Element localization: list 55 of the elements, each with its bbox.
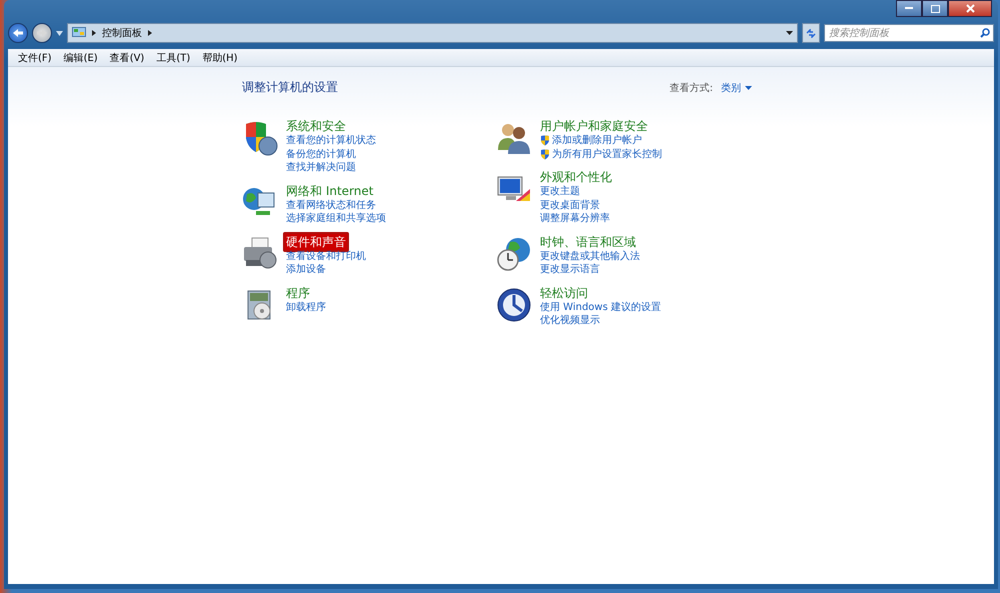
task-link[interactable]: 查看网络状态和任务	[286, 198, 376, 212]
task-link[interactable]: 添加设备	[286, 263, 326, 276]
category-link[interactable]: 程序	[283, 282, 313, 302]
category-link[interactable]: 用户帐户和家庭安全	[537, 116, 651, 136]
search-field[interactable]: 搜索控制面板	[824, 24, 994, 42]
category-link[interactable]: 时钟、语言和区域	[537, 232, 639, 252]
control-panel-icon	[72, 27, 86, 39]
close-icon	[966, 4, 974, 13]
refresh-button[interactable]	[802, 23, 820, 43]
category-link[interactable]: 系统和安全	[283, 116, 349, 136]
task-link[interactable]: 更改主题	[540, 185, 580, 198]
caret-icon	[745, 86, 752, 90]
refresh-icon	[806, 28, 816, 38]
category-link[interactable]: 轻松访问	[537, 282, 591, 302]
task-link[interactable]: 更改键盘或其他输入法	[540, 250, 640, 263]
menu-item[interactable]: 查看(V)	[104, 50, 150, 64]
close-button[interactable]	[948, 0, 992, 17]
task-link[interactable]: 卸载程序	[286, 300, 326, 314]
clock-globe-icon	[496, 236, 532, 272]
task-link[interactable]: 选择家庭组和共享选项	[286, 212, 386, 226]
back-arrow-icon	[12, 28, 24, 38]
category-link[interactable]: 外观和个性化	[537, 167, 615, 187]
dropdown-icon[interactable]	[786, 31, 793, 35]
task-link[interactable]: 调整屏幕分辨率	[540, 212, 610, 226]
breadcrumb[interactable]: 控制面板	[102, 26, 142, 40]
category-link[interactable]: 网络和 Internet	[283, 180, 376, 200]
task-link[interactable]: 添加或删除用户帐户	[552, 134, 642, 148]
task-link[interactable]: 查看设备和打印机	[286, 250, 366, 263]
page-heading: 调整计算机的设置	[242, 79, 338, 96]
maximize-icon	[930, 4, 940, 12]
task-link[interactable]: 更改桌面背景	[540, 198, 600, 212]
forward-button[interactable]	[32, 23, 52, 43]
task-link[interactable]: 备份您的计算机	[286, 148, 356, 161]
menu-item[interactable]: 帮助(H)	[196, 50, 244, 64]
chevron-icon[interactable]	[148, 30, 152, 36]
category-link[interactable]: 硬件和声音	[283, 232, 349, 252]
chevron-icon	[92, 30, 96, 36]
task-link[interactable]: 更改显示语言	[540, 263, 600, 276]
menu-item[interactable]: 文件(F)	[12, 50, 58, 64]
task-link[interactable]: 优化视频显示	[540, 314, 600, 328]
minimize-button[interactable]	[896, 0, 922, 17]
printer-icon	[242, 236, 278, 272]
task-link[interactable]: 使用 Windows 建议的设置	[540, 300, 661, 314]
task-link[interactable]: 查找并解决问题	[286, 161, 356, 174]
view-by-dropdown[interactable]: 类别	[721, 80, 752, 94]
maximize-button[interactable]	[922, 0, 948, 17]
view-by-label: 查看方式:	[670, 82, 713, 94]
menu-item[interactable]: 编辑(E)	[58, 50, 104, 64]
address-bar[interactable]: 控制面板	[67, 23, 798, 43]
forward-arrow-icon	[36, 28, 48, 38]
task-link[interactable]: 查看您的计算机状态	[286, 134, 376, 148]
back-button[interactable]	[8, 23, 28, 43]
task-link[interactable]: 为所有用户设置家长控制	[552, 148, 662, 161]
minimize-icon	[905, 7, 913, 10]
menu-item[interactable]: 工具(T)	[150, 50, 196, 64]
